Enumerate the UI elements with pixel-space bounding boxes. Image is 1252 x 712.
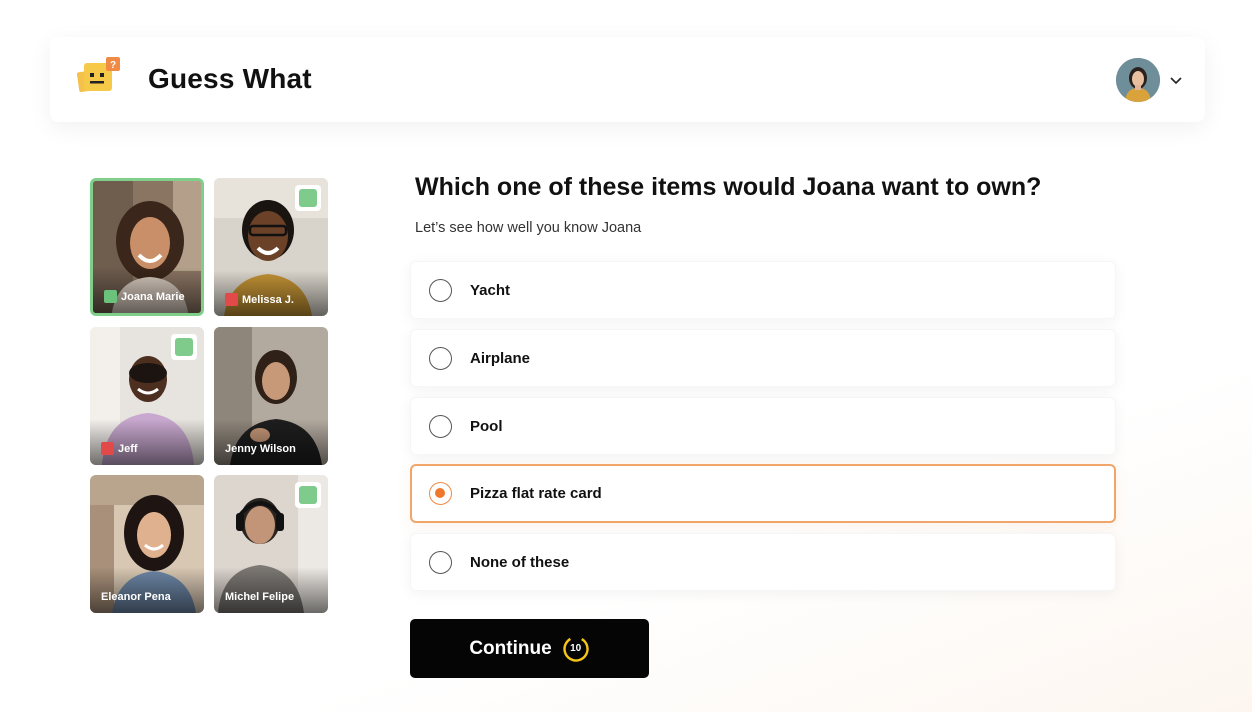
user-avatar[interactable] — [1116, 58, 1160, 102]
radio-button-selected[interactable] — [429, 482, 452, 505]
app-header: ? Guess What — [50, 37, 1205, 122]
option-label: None of these — [470, 554, 570, 571]
timer-value: 10 — [570, 642, 582, 654]
svg-text:?: ? — [110, 60, 116, 71]
option-label: Airplane — [470, 350, 531, 367]
participant-name: Eleanor Pena — [101, 591, 171, 603]
radio-button[interactable] — [429, 279, 452, 302]
participant-tile-jenny-wilson[interactable]: Jenny Wilson — [214, 327, 328, 465]
participant-name: Jenny Wilson — [225, 443, 296, 455]
participant-name: Jeff — [101, 442, 138, 455]
app-logo-icon: ? — [76, 57, 120, 93]
app-title: Guess What — [148, 63, 312, 94]
participant-tile-eleanor-pena[interactable]: Eleanor Pena — [90, 475, 204, 613]
answer-option-pizza-flat-rate-card[interactable]: Pizza flat rate card — [410, 464, 1116, 523]
answer-option-pool[interactable]: Pool — [410, 397, 1116, 455]
chevron-down-icon[interactable] — [1169, 73, 1183, 87]
answer-option-yacht[interactable]: Yacht — [410, 261, 1116, 319]
answered-check-icon — [295, 482, 321, 508]
mic-muted-icon — [101, 442, 114, 455]
participant-name: Joana Marie — [104, 290, 185, 303]
participant-tile-melissa[interactable]: Melissa J. — [214, 178, 328, 316]
participant-name: Melissa J. — [225, 293, 294, 306]
option-label: Yacht — [470, 282, 511, 299]
question-subtitle: Let’s see how well you know Joana — [415, 220, 642, 236]
question-title: Which one of these items would Joana wan… — [415, 173, 1042, 201]
countdown-timer-icon: 10 — [562, 635, 590, 663]
radio-button[interactable] — [429, 415, 452, 438]
participant-tile-michel-felipe[interactable]: Michel Felipe — [214, 475, 328, 613]
participant-tile-joana-marie[interactable]: Joana Marie — [90, 178, 204, 316]
answer-option-airplane[interactable]: Airplane — [410, 329, 1116, 387]
continue-label: Continue — [469, 637, 552, 659]
answered-check-icon — [171, 334, 197, 360]
participant-name: Michel Felipe — [225, 591, 295, 603]
radio-button[interactable] — [429, 551, 452, 574]
participant-tile-jeff[interactable]: Jeff — [90, 327, 204, 465]
mic-muted-icon — [225, 293, 238, 306]
answer-option-none-of-these[interactable]: None of these — [410, 533, 1116, 591]
answered-check-icon — [295, 185, 321, 211]
mic-on-icon — [104, 290, 117, 303]
option-label: Pool — [470, 418, 503, 435]
radio-button[interactable] — [429, 347, 452, 370]
continue-button[interactable]: Continue 10 — [410, 619, 649, 678]
option-label: Pizza flat rate card — [470, 485, 602, 502]
